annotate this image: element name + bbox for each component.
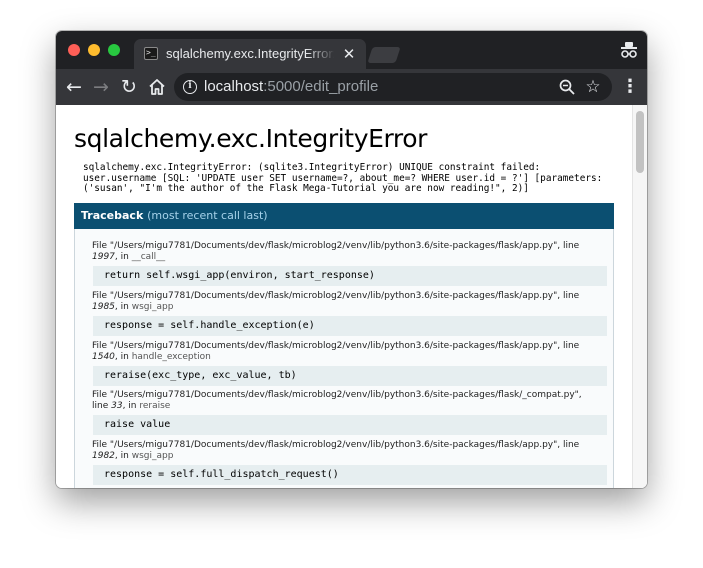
frame-function: reraise xyxy=(139,401,171,411)
frame-location: File "/Users/migu7781/Documents/dev/flas… xyxy=(92,291,608,313)
traceback-frame[interactable]: File "/Users/migu7781/Documents/dev/flas… xyxy=(92,440,608,485)
frame-location: File "/Users/migu7781/Documents/dev/flas… xyxy=(92,341,608,363)
frame-function: wsgi_app xyxy=(131,451,174,461)
new-tab-button[interactable] xyxy=(367,47,401,63)
frame-file: File "/Users/migu7781/Documents/dev/flas… xyxy=(92,390,582,400)
frame-code[interactable]: response = self.full_dispatch_request() xyxy=(93,465,607,485)
error-message: sqlalchemy.exc.IntegrityError: (sqlite3.… xyxy=(83,162,603,194)
traceback-label: Traceback xyxy=(81,209,144,222)
traceback-frame[interactable]: File "/Users/migu7781/Documents/dev/flas… xyxy=(92,241,608,286)
frame-code[interactable]: raise value xyxy=(93,415,607,435)
frame-function: wsgi_app xyxy=(131,302,174,312)
traceback-header: Traceback (most recent call last) xyxy=(74,203,614,229)
frame-in: , in xyxy=(114,252,132,262)
menu-icon[interactable]: ⋮ xyxy=(618,75,642,99)
frame-in: , in xyxy=(114,352,132,362)
frame-line: 33 xyxy=(111,401,123,411)
frame-file: File "/Users/migu7781/Documents/dev/flas… xyxy=(92,241,580,251)
star-icon[interactable]: ☆ xyxy=(583,77,603,97)
tab-strip: >_ sqlalchemy.exc.IntegrityError: ✕ xyxy=(56,31,647,69)
zoom-icon[interactable] xyxy=(558,78,576,96)
frame-in: , in xyxy=(122,401,140,411)
terminal-favicon-icon: >_ xyxy=(144,47,158,60)
tab-title-fade xyxy=(306,45,336,63)
traceback-sub: (most recent call last) xyxy=(147,209,268,222)
frame-line: 1985 xyxy=(92,302,115,312)
info-icon[interactable]: i xyxy=(183,80,197,94)
incognito-icon[interactable] xyxy=(620,40,638,60)
frame-line: 1982 xyxy=(92,451,115,461)
scrollbar-thumb[interactable] xyxy=(636,111,644,173)
address-bar[interactable]: i localhost:5000/edit_profile ☆ xyxy=(174,73,612,101)
frame-line: 1540 xyxy=(92,352,115,362)
page-title: sqlalchemy.exc.IntegrityError xyxy=(74,124,428,153)
frame-location: File "/Users/migu7781/Documents/dev/flas… xyxy=(92,241,608,263)
frame-line: 1997 xyxy=(92,252,115,262)
traceback-frame[interactable]: File "/Users/migu7781/Documents/dev/flas… xyxy=(92,341,608,386)
frame-location: File "/Users/migu7781/Documents/dev/flas… xyxy=(92,440,608,462)
frame-location: File "/Users/migu7781/Documents/dev/flas… xyxy=(92,390,608,412)
frame-code[interactable]: reraise(exc_type, exc_value, tb) xyxy=(93,366,607,386)
url-path: :5000/edit_profile xyxy=(263,78,379,95)
window-maximize-button[interactable] xyxy=(108,44,120,56)
page-viewport: sqlalchemy.exc.IntegrityError sqlalchemy… xyxy=(56,105,647,488)
browser-toolbar: ← → ↻ i localhost:5000/edit_profile ☆ ⋮ xyxy=(56,69,647,105)
frame-file: File "/Users/migu7781/Documents/dev/flas… xyxy=(92,440,580,450)
url-text[interactable]: localhost:5000/edit_profile xyxy=(204,78,378,96)
frame-in: , in xyxy=(114,302,132,312)
browser-window: >_ sqlalchemy.exc.IntegrityError: ✕ ← → … xyxy=(56,31,647,488)
window-close-button[interactable] xyxy=(68,44,80,56)
traceback-frame[interactable]: File "/Users/migu7781/Documents/dev/flas… xyxy=(92,390,608,435)
frame-function: __call__ xyxy=(131,252,166,262)
vertical-scrollbar[interactable] xyxy=(632,105,647,488)
frame-in: , in xyxy=(114,451,132,461)
forward-arrow-icon[interactable]: → xyxy=(89,75,113,99)
frame-code[interactable]: return self.wsgi_app(environ, start_resp… xyxy=(93,266,607,286)
frame-function: handle_exception xyxy=(131,352,211,362)
url-host: localhost xyxy=(204,78,264,95)
tab-close-icon[interactable]: ✕ xyxy=(340,45,358,63)
window-minimize-button[interactable] xyxy=(88,44,100,56)
reload-icon[interactable]: ↻ xyxy=(117,75,141,99)
frame-file: File "/Users/migu7781/Documents/dev/flas… xyxy=(92,341,580,351)
back-arrow-icon[interactable]: ← xyxy=(62,75,86,99)
frame-file: File "/Users/migu7781/Documents/dev/flas… xyxy=(92,291,580,301)
frame-code[interactable]: response = self.handle_exception(e) xyxy=(93,316,607,336)
traceback-frame[interactable]: File "/Users/migu7781/Documents/dev/flas… xyxy=(92,291,608,336)
traceback-body: File "/Users/migu7781/Documents/dev/flas… xyxy=(74,229,614,488)
home-icon[interactable] xyxy=(145,75,169,99)
tab-active[interactable]: >_ sqlalchemy.exc.IntegrityError: ✕ xyxy=(134,39,366,69)
frame-line-prefix: line xyxy=(92,401,112,411)
